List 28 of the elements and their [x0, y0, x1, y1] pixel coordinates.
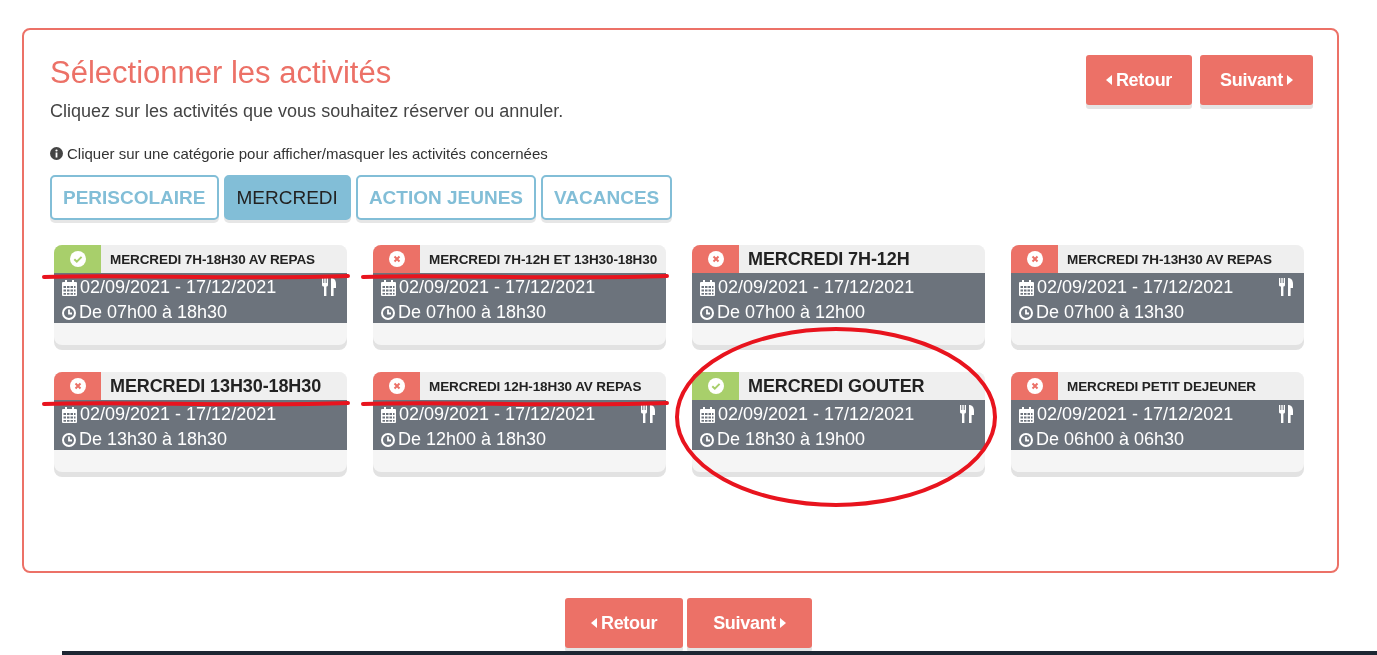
category-tab[interactable]: MERCREDI [223, 175, 351, 220]
time-range: De 06h00 à 06h30 [1036, 429, 1185, 450]
activity-title: MERCREDI 13H30-18H30 [109, 374, 323, 398]
activity-title: MERCREDI 7H-12H ET 13H30-18H30 [428, 250, 659, 269]
date-range: 02/09/2021 - 17/12/2021 [399, 277, 596, 298]
activity-title: MERCREDI 12H-18H30 AV REPAS [428, 377, 643, 396]
time-range: De 07h00 à 18h30 [398, 302, 547, 323]
time-range: De 07h00 à 18h30 [79, 302, 228, 323]
time-range: De 07h00 à 12h00 [717, 302, 866, 323]
time-range: De 18h30 à 19h00 [717, 429, 866, 450]
activity-title: MERCREDI 7H-12H [747, 247, 911, 271]
date-range: 02/09/2021 - 17/12/2021 [718, 404, 915, 425]
date-range: 02/09/2021 - 17/12/2021 [80, 404, 277, 425]
time-range: De 12h00 à 18h30 [398, 429, 547, 450]
activity-title: MERCREDI GOUTER [747, 374, 926, 398]
date-range: 02/09/2021 - 17/12/2021 [80, 277, 277, 298]
activity-title: MERCREDI 7H-13H30 AV REPAS [1066, 250, 1273, 269]
activity-title: MERCREDI PETIT DEJEUNER [1066, 377, 1257, 396]
date-range: 02/09/2021 - 17/12/2021 [1037, 404, 1234, 425]
date-range: 02/09/2021 - 17/12/2021 [1037, 277, 1234, 298]
time-range: De 13h30 à 18h30 [79, 429, 228, 450]
date-range: 02/09/2021 - 17/12/2021 [718, 277, 915, 298]
time-range: De 07h00 à 13h30 [1036, 302, 1185, 323]
activity-title: MERCREDI 7H-18H30 AV REPAS [109, 250, 316, 269]
page-title: Sélectionner les activités [50, 55, 393, 91]
date-range: 02/09/2021 - 17/12/2021 [399, 404, 596, 425]
hint-text: Cliquer sur une catégorie pour afficher/masquer les activités concernées [67, 145, 548, 162]
instructions: Cliquez sur les activités que vous souhaitez réserver ou annuler. [50, 101, 564, 122]
